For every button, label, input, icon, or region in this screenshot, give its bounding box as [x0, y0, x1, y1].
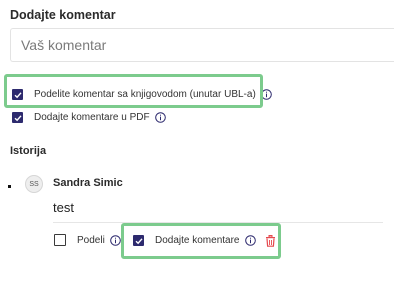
entry-add-comments-option[interactable]: Dodajte komentare — [133, 235, 256, 246]
add-comments-to-pdf-label: Dodajte komentare u PDF — [34, 112, 150, 123]
add-comments-to-pdf-checkbox[interactable] — [12, 112, 23, 123]
comment-input[interactable] — [10, 28, 394, 62]
entry-share-option[interactable]: Podeli — [54, 234, 121, 246]
entry-share-label: Podeli — [77, 234, 105, 246]
checkmark-icon — [14, 91, 22, 98]
history-title: Istorija — [10, 145, 47, 157]
comment-panel: Dodajte komentar Podelite komentar sa kn… — [0, 0, 401, 286]
entry-share-checkbox[interactable] — [54, 234, 66, 246]
comment-text: test — [53, 200, 74, 215]
divider — [53, 222, 383, 223]
checkmark-icon — [135, 237, 143, 244]
checkmark-icon — [14, 114, 22, 121]
share-with-accountant-option[interactable]: Podelite komentar sa knjigovodom (unutar… — [12, 89, 272, 100]
share-with-accountant-checkbox[interactable] — [12, 89, 23, 100]
avatar: SS — [25, 175, 43, 193]
comment-author: Sandra Simic — [53, 177, 123, 189]
list-bullet — [8, 185, 11, 188]
share-with-accountant-label: Podelite komentar sa knjigovodom (unutar… — [34, 89, 256, 100]
info-icon[interactable] — [260, 89, 272, 100]
add-comments-to-pdf-option[interactable]: Dodajte komentare u PDF — [12, 112, 166, 123]
add-comment-title: Dodajte komentar — [10, 8, 116, 22]
info-icon[interactable] — [244, 235, 256, 246]
info-icon[interactable] — [110, 234, 121, 246]
info-icon[interactable] — [154, 112, 166, 123]
entry-add-comments-label: Dodajte komentare — [155, 235, 240, 246]
entry-add-comments-checkbox[interactable] — [133, 235, 144, 246]
trash-icon[interactable] — [265, 235, 276, 247]
